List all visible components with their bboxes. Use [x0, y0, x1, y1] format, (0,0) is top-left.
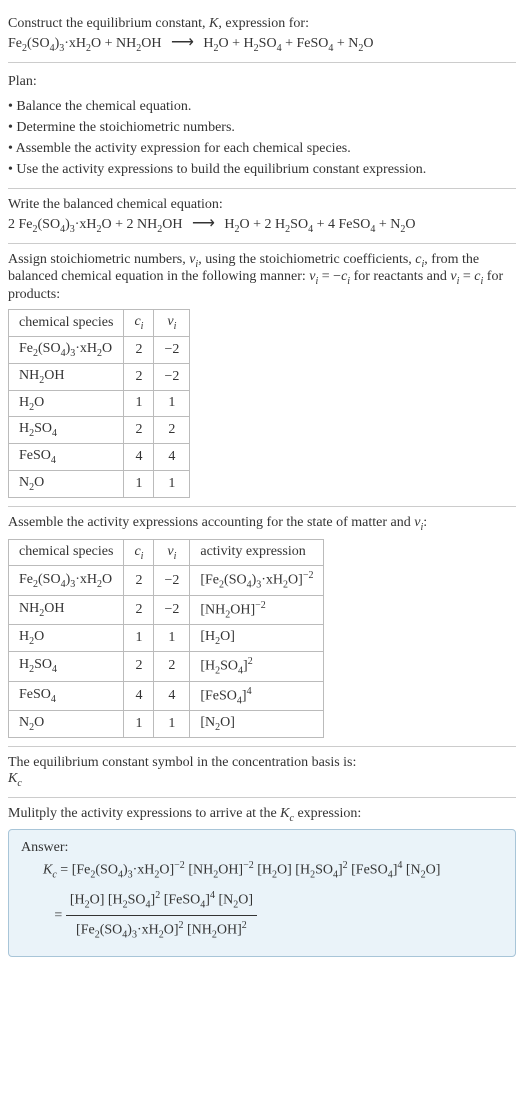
- table-row: FeSO444: [9, 444, 190, 471]
- table-header-row: chemical species ci νi: [9, 310, 190, 337]
- cell-species: NH2OH: [9, 363, 124, 390]
- cell-species: FeSO4: [9, 681, 124, 710]
- cell-ci: 4: [124, 681, 154, 710]
- plan-item: Balance the chemical equation.: [8, 96, 516, 117]
- cell-species: H2SO4: [9, 652, 124, 681]
- balanced-title: Write the balanced chemical equation:: [8, 197, 516, 213]
- symbol-text: The equilibrium constant symbol in the c…: [8, 755, 516, 771]
- plan-item: Use the activity expressions to build th…: [8, 159, 516, 180]
- cell-nui: 4: [154, 444, 190, 471]
- cell-species: N2O: [9, 470, 124, 497]
- col-nui: νi: [154, 310, 190, 337]
- section-balanced: Write the balanced chemical equation: 2 …: [8, 189, 516, 244]
- section-assign: Assign stoichiometric numbers, νi, using…: [8, 244, 516, 507]
- cell-species: FeSO4: [9, 444, 124, 471]
- cell-nui: 1: [154, 710, 190, 737]
- table-row: H2O11[H2O]: [9, 625, 324, 652]
- stoichiometric-table: chemical species ci νi Fe2(SO4)3·xH2O2−2…: [8, 309, 190, 498]
- cell-ci: 1: [124, 710, 154, 737]
- cell-species: N2O: [9, 710, 124, 737]
- cell-activity: [H2SO4]2: [190, 652, 324, 681]
- cell-species: H2O: [9, 625, 124, 652]
- cell-nui: 2: [154, 417, 190, 444]
- fraction-denominator: [Fe2(SO4)3·xH2O]2 [NH2OH]2: [66, 916, 257, 945]
- assemble-text: Assemble the activity expressions accoun…: [8, 515, 516, 533]
- assign-text: Assign stoichiometric numbers, νi, using…: [8, 252, 516, 304]
- cell-ci: 2: [124, 652, 154, 681]
- cell-ci: 2: [124, 417, 154, 444]
- cell-nui: 4: [154, 681, 190, 710]
- plan-item: Assemble the activity expression for eac…: [8, 138, 516, 159]
- col-activity: activity expression: [190, 539, 324, 566]
- cell-species: H2O: [9, 390, 124, 417]
- arrow-icon: ⟶: [165, 34, 200, 51]
- col-species: chemical species: [9, 310, 124, 337]
- table-row: FeSO444[FeSO4]4: [9, 681, 324, 710]
- kc-expression-line2: = = [H2O] [H2SO4]2 [FeSO4]4 [N2O] [Fe2(S…: [43, 886, 503, 946]
- table-row: H2O11: [9, 390, 190, 417]
- fraction: [H2O] [H2SO4]2 [FeSO4]4 [N2O] [Fe2(SO4)3…: [66, 886, 257, 946]
- cell-nui: 1: [154, 470, 190, 497]
- fraction-numerator: [H2O] [H2SO4]2 [FeSO4]4 [N2O]: [66, 886, 257, 916]
- section-plan: Plan: Balance the chemical equation. Det…: [8, 63, 516, 189]
- table-row: NH2OH2−2: [9, 363, 190, 390]
- table-row: Fe2(SO4)3·xH2O2−2[Fe2(SO4)3·xH2O]−2: [9, 566, 324, 595]
- cell-activity: [H2O]: [190, 625, 324, 652]
- cell-activity: [N2O]: [190, 710, 324, 737]
- cell-nui: −2: [154, 363, 190, 390]
- kc-symbol: Kc: [8, 771, 516, 789]
- table-row: H2SO422: [9, 417, 190, 444]
- multiply-text: Mulitply the activity expressions to arr…: [8, 806, 516, 824]
- cell-activity: [FeSO4]4: [190, 681, 324, 710]
- cell-nui: 2: [154, 652, 190, 681]
- col-ci: ci: [124, 539, 154, 566]
- cell-species: NH2OH: [9, 595, 124, 624]
- table-row: N2O11: [9, 470, 190, 497]
- cell-nui: −2: [154, 566, 190, 595]
- cell-ci: 2: [124, 336, 154, 363]
- col-ci: ci: [124, 310, 154, 337]
- k-symbol: K: [209, 16, 218, 31]
- answer-title: Answer:: [21, 840, 503, 856]
- cell-ci: 2: [124, 363, 154, 390]
- table-row: N2O11[N2O]: [9, 710, 324, 737]
- table-row: H2SO422[H2SO4]2: [9, 652, 324, 681]
- section-multiply: Mulitply the activity expressions to arr…: [8, 798, 516, 965]
- cell-ci: 2: [124, 566, 154, 595]
- cell-ci: 1: [124, 625, 154, 652]
- kc-expression-line1: Kc = [Fe2(SO4)3·xH2O]−2 [NH2OH]−2 [H2O] …: [43, 856, 503, 885]
- cell-activity: [Fe2(SO4)3·xH2O]−2: [190, 566, 324, 595]
- construct-text: Construct the equilibrium constant, K, e…: [8, 16, 516, 32]
- table-row: NH2OH2−2[NH2OH]−2: [9, 595, 324, 624]
- cell-nui: 1: [154, 625, 190, 652]
- text: Construct the equilibrium constant,: [8, 16, 209, 31]
- cell-ci: 1: [124, 390, 154, 417]
- arrow-icon: ⟶: [186, 215, 221, 232]
- section-header: Construct the equilibrium constant, K, e…: [8, 8, 516, 63]
- plan-item: Determine the stoichiometric numbers.: [8, 117, 516, 138]
- unbalanced-equation: Fe2(SO4)3·xH2O + NH2OH ⟶ H2O + H2SO4 + F…: [8, 32, 516, 54]
- cell-nui: −2: [154, 336, 190, 363]
- cell-species: Fe2(SO4)3·xH2O: [9, 336, 124, 363]
- activity-table: chemical species ci νi activity expressi…: [8, 539, 324, 738]
- section-symbol: The equilibrium constant symbol in the c…: [8, 747, 516, 798]
- cell-ci: 2: [124, 595, 154, 624]
- cell-activity: [NH2OH]−2: [190, 595, 324, 624]
- table-row: Fe2(SO4)3·xH2O2−2: [9, 336, 190, 363]
- cell-ci: 1: [124, 470, 154, 497]
- cell-ci: 4: [124, 444, 154, 471]
- cell-nui: 1: [154, 390, 190, 417]
- answer-box: Answer: Kc = [Fe2(SO4)3·xH2O]−2 [NH2OH]−…: [8, 829, 516, 956]
- cell-species: Fe2(SO4)3·xH2O: [9, 566, 124, 595]
- cell-nui: −2: [154, 595, 190, 624]
- col-nui: νi: [154, 539, 190, 566]
- text: , expression for:: [218, 16, 309, 31]
- balanced-equation: 2 Fe2(SO4)3·xH2O + 2 NH2OH ⟶ H2O + 2 H2S…: [8, 213, 516, 235]
- table-header-row: chemical species ci νi activity expressi…: [9, 539, 324, 566]
- section-assemble: Assemble the activity expressions accoun…: [8, 507, 516, 747]
- plan-list: Balance the chemical equation. Determine…: [8, 96, 516, 180]
- plan-title: Plan:: [8, 71, 516, 92]
- cell-species: H2SO4: [9, 417, 124, 444]
- col-species: chemical species: [9, 539, 124, 566]
